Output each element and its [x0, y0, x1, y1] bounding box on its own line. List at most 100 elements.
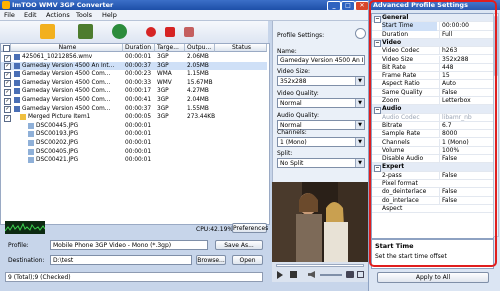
save-as-button[interactable]: Save As...	[215, 240, 263, 250]
property-row[interactable]: Audio Codec libamr_nb	[372, 113, 493, 122]
menu-help[interactable]: Help	[102, 11, 117, 19]
property-row[interactable]: Volume 100%	[372, 146, 493, 156]
property-row[interactable]: Video Codec h263	[372, 47, 493, 56]
property-value[interactable]: 6.7	[439, 121, 493, 131]
property-row[interactable]: Aspect Ratio Auto	[372, 80, 493, 89]
open-button[interactable]: Open	[232, 255, 263, 265]
menu-tools[interactable]: Tools	[76, 11, 92, 19]
property-value[interactable]: False	[439, 171, 493, 180]
property-value[interactable]: Letterbox	[439, 97, 493, 106]
table-row[interactable]: DSC00193.JPG 00:00:01	[1, 130, 267, 139]
add-folder-icon[interactable]	[78, 24, 93, 39]
property-row[interactable]: Duration Full	[372, 30, 493, 39]
property-row[interactable]: Sample Rate 8000	[372, 130, 493, 139]
channels-select[interactable]: 1 (Mono) ▼	[277, 137, 365, 147]
property-row[interactable]: Bitrate 6.7	[372, 121, 493, 131]
convert-icon[interactable]	[112, 24, 127, 39]
property-row[interactable]: do_interlace False	[372, 196, 493, 205]
header-check[interactable]	[1, 44, 11, 52]
stop-icon[interactable]	[290, 271, 297, 278]
settings-toggle-icon[interactable]	[355, 28, 366, 39]
table-row[interactable]: ✓ Gameday Version 4500 Com... 00:00:41 3GP 2…	[1, 96, 267, 105]
table-row[interactable]: DSC00445.JPG 00:00:01	[1, 122, 267, 131]
property-value[interactable]: False	[439, 196, 493, 205]
apply-to-all-button[interactable]: Apply to All	[377, 272, 489, 283]
seek-bar[interactable]	[276, 264, 364, 267]
column-status[interactable]: Status	[215, 44, 267, 52]
property-value[interactable]: 352x288	[439, 55, 493, 64]
row-checkbox[interactable]: ✓	[4, 97, 11, 105]
volume-slider[interactable]	[320, 274, 342, 276]
property-value[interactable]: h263	[439, 47, 493, 56]
property-value[interactable]: Auto	[439, 80, 493, 89]
profile-select[interactable]: Mobile Phone 3GP Video - Mono (*.3gp)	[50, 240, 208, 250]
property-row[interactable]: Zoom Letterbox	[372, 97, 493, 106]
property-row[interactable]: do_deinterlace False	[372, 188, 493, 197]
table-row[interactable]: DSC00202.JPG 00:00:01	[1, 139, 267, 148]
table-row[interactable]: ✓ Gameday Version 4500 Com... 00:00:33 WMV 1…	[1, 79, 267, 88]
property-value[interactable]: 00:00:00	[439, 22, 493, 31]
row-checkbox[interactable]: ✓	[4, 71, 11, 79]
property-row[interactable]: Bit Rate 448	[372, 63, 493, 73]
property-category[interactable]: − Audio	[372, 105, 493, 114]
table-row[interactable]: ✓ Gameday Version 4500 Com... 00:00:17 3GP 4…	[1, 87, 267, 96]
video-quality-select[interactable]: Normal ▼	[277, 98, 365, 108]
profile-name-input[interactable]: Gameday Version 4500 An Int	[277, 55, 365, 65]
browse-button[interactable]: Browse...	[196, 255, 226, 265]
volume-icon[interactable]	[308, 271, 315, 278]
property-value[interactable]: 8000	[439, 130, 493, 139]
row-checkbox[interactable]: ✓	[4, 106, 11, 114]
row-checkbox[interactable]: ✓	[4, 88, 11, 96]
video-size-select[interactable]: 352x288 ▼	[277, 76, 365, 86]
column-target[interactable]: Targe...	[155, 44, 185, 52]
stop-icon[interactable]	[165, 27, 175, 37]
property-row[interactable]: Pixel format	[372, 180, 493, 189]
table-row[interactable]: ✓ Gameday Version 4500 Com... 00:00:37 3GP 1…	[1, 105, 267, 114]
pause-icon[interactable]	[184, 27, 194, 37]
property-value[interactable]: False	[439, 88, 493, 97]
table-row[interactable]: DSC00421.JPG 00:00:01	[1, 156, 267, 165]
column-output[interactable]: Outpu...	[185, 44, 215, 52]
property-row[interactable]: 2-pass False	[372, 171, 493, 180]
property-row[interactable]: Start Time 00:00:00	[372, 22, 493, 31]
row-checkbox[interactable]: ✓	[4, 54, 11, 62]
property-value[interactable]: 100%	[439, 146, 493, 156]
play-icon[interactable]	[277, 271, 283, 279]
property-value[interactable]: Full	[439, 30, 493, 39]
property-row[interactable]: Same Quality False	[372, 88, 493, 97]
property-value[interactable]: False	[439, 188, 493, 197]
table-row[interactable]: ✓ Gameday Version 4500 An Int... 00:00:37 3…	[1, 61, 267, 71]
property-category[interactable]: − Video	[372, 38, 493, 48]
property-row[interactable]: Aspect	[372, 205, 493, 214]
property-value[interactable]: False	[439, 155, 493, 164]
preferences-button[interactable]: Preferences	[232, 223, 268, 233]
record-icon[interactable]	[146, 27, 156, 37]
property-value[interactable]: 1 (Mono)	[439, 138, 493, 147]
row-checkbox[interactable]: ✓	[4, 114, 11, 122]
table-row[interactable]: DSC00405.JPG 00:00:01	[1, 148, 267, 157]
snapshot-icon[interactable]	[346, 271, 354, 278]
property-category[interactable]: − General	[372, 14, 493, 23]
add-file-icon[interactable]	[40, 24, 55, 39]
property-row[interactable]: Frame Rate 15	[372, 72, 493, 81]
property-value[interactable]: 448	[439, 63, 493, 73]
row-checkbox[interactable]: ✓	[4, 80, 11, 88]
column-duration[interactable]: Duration	[123, 44, 155, 52]
property-scrollbar[interactable]	[493, 13, 499, 237]
property-row[interactable]: Disable Audio False	[372, 155, 493, 164]
table-row[interactable]: ✓ Merged Picture Item1 00:00:05 3GP 273.44KB	[1, 113, 267, 122]
table-row[interactable]: ✓ Gameday Version 4500 Com... 00:00:23 WMA 1…	[1, 70, 267, 79]
row-checkbox[interactable]: ✓	[4, 63, 11, 71]
property-value[interactable]: 15	[439, 72, 493, 81]
menu-file[interactable]: File	[4, 11, 15, 19]
menu-actions[interactable]: Actions	[46, 11, 70, 19]
column-name[interactable]: Name	[11, 44, 123, 52]
folder-icon[interactable]	[357, 271, 364, 278]
property-category[interactable]: − Expert	[372, 163, 493, 172]
destination-field[interactable]: D:\test	[50, 255, 192, 265]
table-row[interactable]: ✓ 425061_10212856.wmv 00:00:01 3GP 2.06MB	[1, 53, 267, 62]
split-select[interactable]: No Split ▼	[277, 158, 365, 168]
menu-edit[interactable]: Edit	[24, 11, 37, 19]
property-row[interactable]: Video Size 352x288	[372, 55, 493, 64]
property-value[interactable]: libamr_nb	[439, 113, 493, 122]
